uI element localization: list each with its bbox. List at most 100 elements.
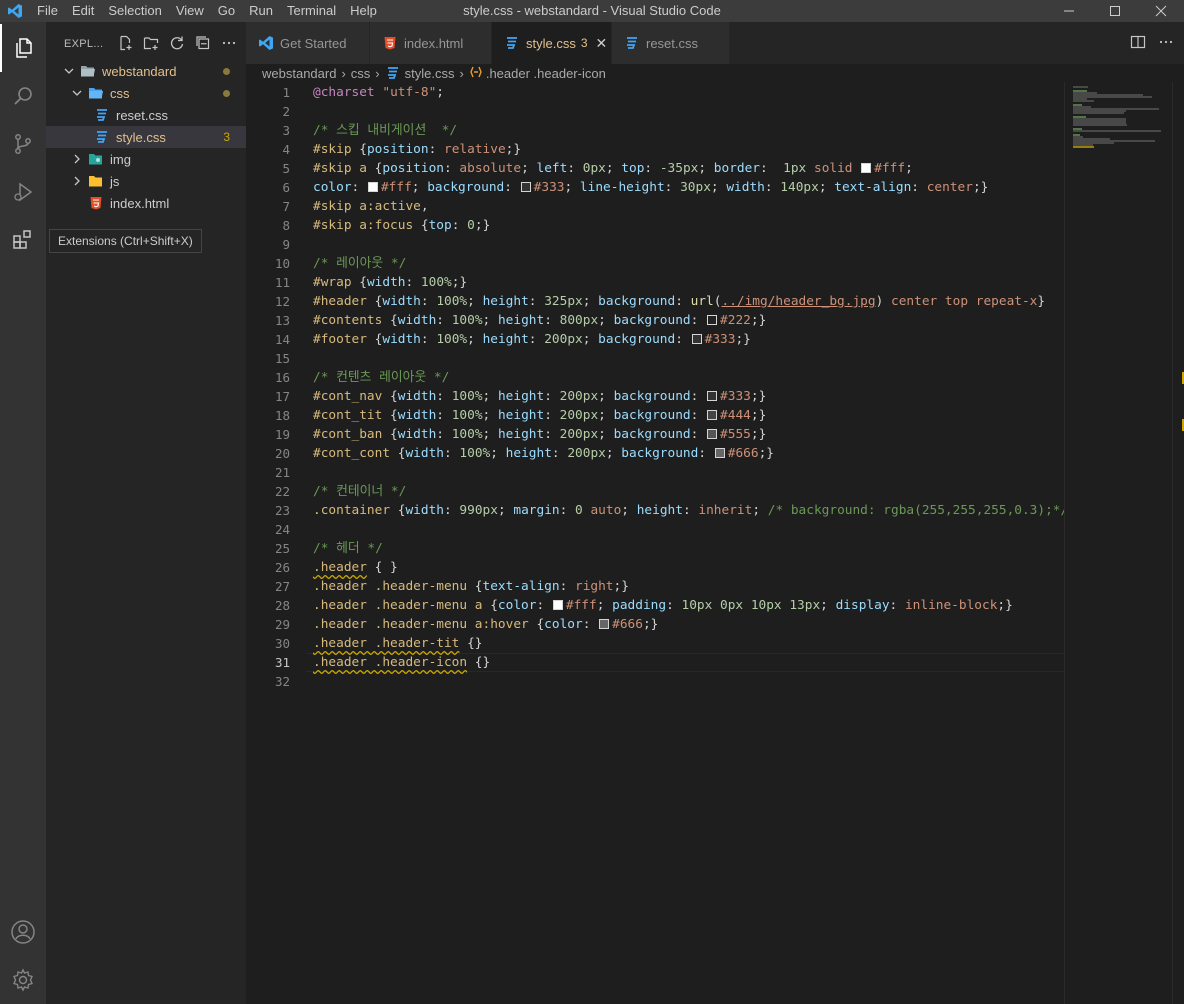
tree-file-index-html[interactable]: index.html xyxy=(46,192,246,214)
refresh-icon[interactable] xyxy=(168,34,186,52)
color-swatch[interactable] xyxy=(367,182,378,192)
code-line[interactable]: #cont_cont {width: 100%; height: 200px; … xyxy=(313,444,774,463)
menu-run[interactable]: Run xyxy=(242,0,280,22)
color-swatch[interactable] xyxy=(520,182,531,192)
code-token: { xyxy=(390,446,406,461)
code-line[interactable]: #wrap {width: 100%;} xyxy=(313,273,467,292)
menu-terminal[interactable]: Terminal xyxy=(280,0,343,22)
breadcrumb-item[interactable]: style.css xyxy=(405,66,455,81)
color-swatch[interactable] xyxy=(714,448,725,458)
menu-view[interactable]: View xyxy=(169,0,211,22)
tree-file-reset-css[interactable]: reset.css xyxy=(46,104,246,126)
code-line[interactable]: /* 헤더 */ xyxy=(313,539,383,558)
code-line[interactable]: #footer {width: 100%; height: 200px; bac… xyxy=(313,330,751,349)
code-token: background xyxy=(598,294,676,309)
more-actions-icon[interactable] xyxy=(220,34,238,52)
code-line[interactable]: .header .header-menu a {color: #fff; pad… xyxy=(313,596,1013,615)
code-line[interactable]: /* 레이아웃 */ xyxy=(313,254,406,273)
code-line[interactable]: #cont_nav {width: 100%; height: 200px; b… xyxy=(313,387,766,406)
code-token: ; xyxy=(564,180,580,195)
source-control-icon[interactable] xyxy=(0,120,46,168)
code-token: height xyxy=(497,389,545,404)
line-number: 4 xyxy=(282,142,290,157)
color-swatch[interactable] xyxy=(707,315,718,325)
tree-folder-js[interactable]: js xyxy=(46,170,246,192)
tree-folder-css[interactable]: css xyxy=(46,82,246,104)
code-line[interactable]: #cont_tit {width: 100%; height: 200px; b… xyxy=(313,406,766,425)
code-token: ; xyxy=(598,408,614,423)
close-window-button[interactable] xyxy=(1138,0,1184,22)
code-line[interactable]: #skip a:active, xyxy=(313,197,429,216)
settings-gear-icon[interactable] xyxy=(0,956,46,1004)
code-line[interactable]: .header .header-menu a:hover {color: #66… xyxy=(313,615,658,634)
code-line[interactable]: #contents {width: 100%; height: 800px; b… xyxy=(313,311,766,330)
code-line[interactable]: /* 컨테이너 */ xyxy=(313,482,406,501)
code-token: .header .header-icon xyxy=(313,655,468,670)
new-file-icon[interactable] xyxy=(116,34,134,52)
tab-style-css[interactable]: style.css 3 ✕ xyxy=(492,22,612,64)
tab-get-started[interactable]: Get Started xyxy=(246,22,370,64)
code-token: #header xyxy=(313,294,367,309)
line-number: 1 xyxy=(282,85,290,100)
more-actions-icon[interactable] xyxy=(1158,34,1174,53)
menu-help[interactable]: Help xyxy=(343,0,384,22)
search-icon[interactable] xyxy=(0,72,46,120)
code-line[interactable]: .container {width: 990px; margin: 0 auto… xyxy=(313,501,1064,520)
tab-reset-css[interactable]: reset.css xyxy=(612,22,730,64)
menu-file[interactable]: File xyxy=(30,0,65,22)
minimize-button[interactable] xyxy=(1046,0,1092,22)
code-line[interactable]: /* 컨텐츠 레이아웃 */ xyxy=(313,368,449,387)
color-swatch[interactable] xyxy=(707,410,718,420)
color-swatch[interactable] xyxy=(707,391,718,401)
code-line[interactable]: #cont_ban {width: 100%; height: 200px; b… xyxy=(313,425,766,444)
code-token: width xyxy=(382,332,421,347)
code-line[interactable]: .header .header-icon {} xyxy=(313,653,490,672)
code-line[interactable]: /* 스킵 내비게이션 */ xyxy=(313,121,457,140)
vertical-scrollbar[interactable] xyxy=(1172,82,1184,1004)
code-line[interactable]: @charset "utf-8"; xyxy=(313,83,444,102)
split-editor-icon[interactable] xyxy=(1130,34,1146,53)
line-number: 16 xyxy=(274,370,290,385)
menu-bar: File Edit Selection View Go Run Terminal Help xyxy=(30,0,384,22)
color-swatch[interactable] xyxy=(552,600,563,610)
run-debug-icon[interactable] xyxy=(0,168,46,216)
menu-go[interactable]: Go xyxy=(211,0,242,22)
code-line[interactable]: #header {width: 100%; height: 325px; bac… xyxy=(313,292,1045,311)
color-swatch[interactable] xyxy=(599,619,610,629)
close-tab-icon[interactable]: ✕ xyxy=(596,35,608,52)
code-line[interactable]: .header { } xyxy=(313,558,398,577)
tree-folder-webstandard[interactable]: webstandard xyxy=(46,60,246,82)
minimap[interactable] xyxy=(1064,82,1172,1004)
color-swatch[interactable] xyxy=(707,429,718,439)
menu-selection[interactable]: Selection xyxy=(101,0,168,22)
code-token: { xyxy=(351,275,367,290)
explorer-icon[interactable] xyxy=(0,24,46,72)
tree-file-style-css[interactable]: style.css 3 xyxy=(46,126,246,148)
code-line[interactable]: #skip a {position: absolute; left: 0px; … xyxy=(313,159,913,178)
extensions-icon[interactable] xyxy=(0,216,46,264)
code-line[interactable]: #skip {position: relative;} xyxy=(313,140,521,159)
maximize-button[interactable] xyxy=(1092,0,1138,22)
code-editor[interactable]: 1 2 3 4 5 6 7 8 9 10 11 12 13 14 15 16 17 18 19 20 21 22 23 24 2… xyxy=(246,82,1064,1004)
color-swatch[interactable] xyxy=(691,334,702,344)
code-line[interactable]: .header .header-menu {text-align: right;… xyxy=(313,577,629,596)
account-icon[interactable] xyxy=(0,908,46,956)
breadcrumb-item[interactable]: css xyxy=(351,66,371,81)
collapse-all-icon[interactable] xyxy=(194,34,212,52)
code-token: ; xyxy=(605,446,622,461)
code-token: margin xyxy=(513,503,560,518)
code-line[interactable]: #skip a:focus {top: 0;} xyxy=(313,216,490,235)
code-line[interactable]: .header .header-tit {} xyxy=(313,634,483,653)
breadcrumb-item[interactable]: webstandard xyxy=(262,66,336,81)
code-token: : xyxy=(675,294,691,309)
color-swatch[interactable] xyxy=(861,163,872,173)
code-token: absolute xyxy=(459,161,522,176)
code-line[interactable]: color: #fff; background: #333; line-heig… xyxy=(313,178,988,197)
chevron-down-icon xyxy=(70,86,84,100)
menu-edit[interactable]: Edit xyxy=(65,0,101,22)
tab-index-html[interactable]: index.html xyxy=(370,22,492,64)
breadcrumb-item[interactable]: .header .header-icon xyxy=(486,66,606,81)
tree-folder-img[interactable]: img xyxy=(46,148,246,170)
css-folder-icon xyxy=(88,85,104,101)
new-folder-icon[interactable] xyxy=(142,34,160,52)
